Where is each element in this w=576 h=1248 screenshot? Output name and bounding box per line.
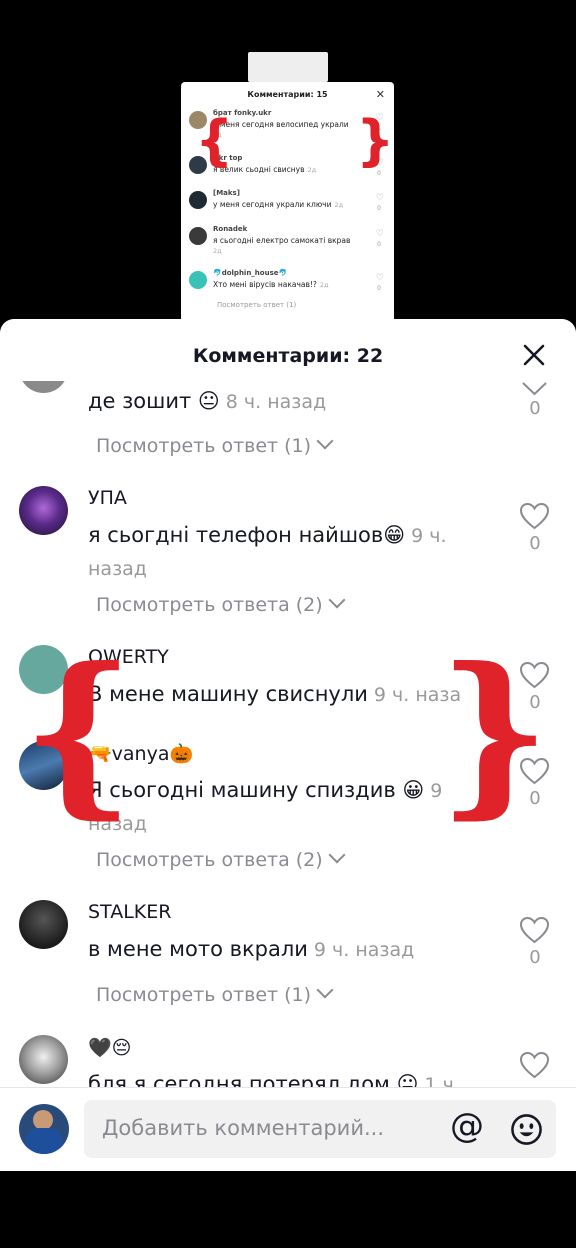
comment-text: В мене машину свиснули 9 ч. наза: [88, 682, 462, 706]
mini-text: Хто мені вірусів накачав!? 2д: [213, 280, 329, 289]
comments-sheet: Комментарии: 22 де зошит 😐 8 ч. назад 0 П…: [0, 319, 576, 1171]
comment-text: бля я сегодня потерял дом 😐 1 ч.: [88, 1072, 460, 1087]
chevron-down-icon: [328, 846, 346, 864]
mini-comment: 🐬dolphin_house🐬 Хто мені вірусів накачав…: [189, 269, 386, 305]
like-count: 0: [529, 533, 541, 554]
mini-heart-icon: ♡: [375, 229, 384, 239]
mini-comment: Ronadek я сьогодні електро самокаті вкра…: [189, 225, 386, 261]
view-replies-link[interactable]: Посмотреть ответ (1): [96, 432, 334, 457]
mini-count: 0: [377, 205, 381, 212]
mini-avatar: [189, 271, 207, 289]
avatar[interactable]: [19, 486, 68, 535]
comment-text: де зошит 😐 8 ч. назад: [88, 389, 327, 413]
red-left-brace: {: [22, 630, 135, 835]
mini-username: 🐬dolphin_house🐬: [213, 269, 288, 277]
mini-more-replies: Посмотреть ответ (1): [217, 301, 297, 309]
chevron-down-icon: [316, 432, 334, 450]
red-right-brace: }: [438, 630, 551, 835]
mini-text: я сьогодні електро самокаті вкрав: [213, 236, 351, 245]
comment-input-bar: Добавить комментарий... @: [0, 1087, 576, 1171]
mini-time: 2д: [213, 247, 222, 255]
username[interactable]: 🖤😔: [88, 1036, 131, 1059]
chevron-down-icon: [328, 591, 346, 609]
view-replies-link[interactable]: Посмотреть ответа (2): [96, 591, 346, 616]
comment-text: я сьогдні телефон найшов😁 9 ч.: [88, 523, 447, 547]
mini-username: Ronadek: [213, 225, 248, 233]
mini-avatar: [189, 227, 207, 245]
avatar[interactable]: [19, 1035, 68, 1084]
sheet-title: Комментарии: 22: [192, 345, 384, 367]
mini-heart-icon: ♡: [375, 273, 384, 283]
mini-avatar: [189, 191, 207, 209]
comment-input[interactable]: Добавить комментарий... @: [84, 1100, 556, 1158]
mini-comment: [Maks] у меня сегодня украли ключи 2д ♡ 0: [189, 189, 386, 225]
avatar[interactable]: [19, 900, 68, 949]
heart-icon[interactable]: [519, 381, 550, 397]
my-avatar: [19, 1104, 69, 1154]
video-frame-comments-screenshot: Комментарии: 15 ✕ брат fonky.ukr у меня …: [181, 82, 394, 320]
heart-icon[interactable]: [519, 1051, 550, 1079]
avatar[interactable]: [19, 381, 68, 393]
mini-count: 0: [377, 285, 381, 292]
comments-list[interactable]: де зошит 😐 8 ч. назад 0 Посмотреть ответ …: [0, 381, 576, 1087]
heart-icon[interactable]: [519, 916, 550, 944]
mini-title: Комментарии: 15: [247, 90, 328, 99]
chevron-down-icon: [316, 981, 334, 999]
mini-left-brace: {: [195, 109, 234, 172]
username[interactable]: STALKER: [88, 901, 171, 923]
mini-text: у меня сегодня украли ключи 2д: [213, 200, 344, 209]
comment-text: Я сьогодні машину спиздив 😀 9: [88, 778, 443, 802]
view-replies-link[interactable]: Посмотреть ответ (1): [96, 981, 334, 1006]
emoji-icon[interactable]: [510, 1113, 543, 1146]
mention-icon[interactable]: @: [450, 1109, 484, 1143]
comment-placeholder: Добавить комментарий...: [102, 1116, 385, 1140]
close-icon[interactable]: [520, 341, 548, 369]
view-replies-link[interactable]: Посмотреть ответа (2): [96, 846, 346, 871]
mini-count: 0: [377, 241, 381, 248]
mini-close-icon: ✕: [375, 88, 385, 101]
mini-right-brace: }: [356, 109, 394, 172]
comment-text: в мене мото вкрали 9 ч. назад: [88, 937, 415, 961]
comment-time: назад: [88, 558, 147, 580]
mini-heart-icon: ♡: [375, 193, 384, 203]
like-count: 0: [529, 398, 541, 419]
like-count: 0: [529, 947, 541, 968]
bottom-black-area: [0, 1171, 576, 1248]
heart-icon[interactable]: [519, 502, 550, 530]
video-frame-thumbnail: [248, 52, 328, 82]
mini-username: [Maks]: [213, 189, 240, 197]
username[interactable]: УПА: [88, 487, 127, 509]
